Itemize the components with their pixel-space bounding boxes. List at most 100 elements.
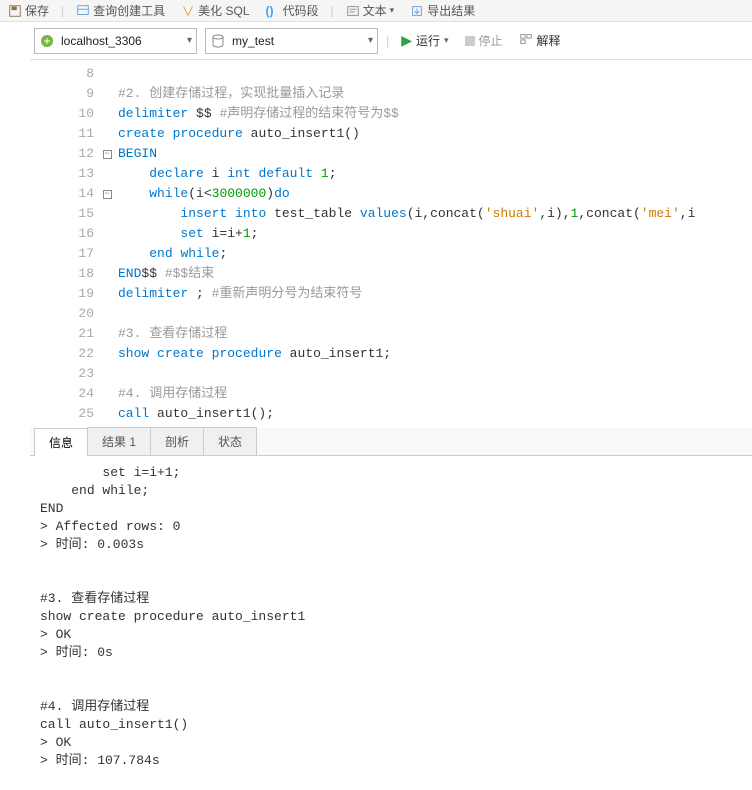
run-button[interactable]: ▶ 运行 ▾ — [397, 32, 452, 49]
fold-marker — [100, 404, 114, 424]
fold-marker[interactable]: − — [100, 184, 114, 204]
run-label: 运行 — [416, 32, 440, 49]
database-text: my_test — [232, 34, 362, 48]
code-line[interactable]: #2. 创建存储过程，实现批量插入记录 — [118, 84, 752, 104]
output-panel[interactable]: set i=i+1; end while; END > Affected row… — [0, 456, 752, 790]
code-line[interactable]: insert into test_table values(i,concat('… — [118, 204, 752, 224]
query-builder-icon — [76, 4, 90, 18]
code-line[interactable] — [118, 64, 752, 84]
secondary-toolbar: localhost_3306 ▾ my_test ▾ | ▶ 运行 ▾ 停止 — [30, 22, 752, 60]
fold-marker — [100, 284, 114, 304]
tab-status[interactable]: 状态 — [203, 427, 257, 455]
line-number: 22 — [30, 344, 94, 364]
explain-label: 解释 — [537, 32, 561, 49]
code-line[interactable]: while(i<3000000)do — [118, 184, 752, 204]
explain-icon — [519, 32, 533, 49]
code-line[interactable] — [118, 304, 752, 324]
fold-marker — [100, 244, 114, 264]
line-number: 12 — [30, 144, 94, 164]
code-line[interactable]: call auto_insert1(); — [118, 404, 752, 424]
line-number: 10 — [30, 104, 94, 124]
fold-marker — [100, 164, 114, 184]
export-icon — [410, 4, 424, 18]
line-gutter: 8910111213141516171819202122232425 — [30, 60, 100, 428]
beautify-label: 美化 SQL — [198, 2, 249, 19]
code-line[interactable]: delimiter $$ #声明存储过程的结束符号为$$ — [118, 104, 752, 124]
code-area[interactable]: #2. 创建存储过程，实现批量插入记录delimiter $$ #声明存储过程的… — [114, 60, 752, 428]
database-dropdown[interactable]: my_test ▾ — [205, 28, 378, 54]
line-number: 15 — [30, 204, 94, 224]
code-line[interactable]: END$$ #$$结束 — [118, 264, 752, 284]
fold-marker — [100, 104, 114, 124]
code-line[interactable]: end while; — [118, 244, 752, 264]
beautify-icon — [181, 4, 195, 18]
export-label: 导出结果 — [427, 2, 475, 19]
export-result-button[interactable]: 导出结果 — [406, 2, 479, 19]
line-number: 14 — [30, 184, 94, 204]
fold-marker[interactable]: − — [100, 144, 114, 164]
save-icon — [8, 4, 22, 18]
line-number: 9 — [30, 84, 94, 104]
fold-marker — [100, 384, 114, 404]
code-snippet-button[interactable]: () 代码段 — [262, 2, 323, 19]
line-number: 23 — [30, 364, 94, 384]
code-snippet-label: 代码段 — [283, 2, 319, 19]
separator: | — [331, 4, 334, 18]
connection-dropdown[interactable]: localhost_3306 ▾ — [34, 28, 197, 54]
line-number: 13 — [30, 164, 94, 184]
fold-marker — [100, 204, 114, 224]
line-number: 21 — [30, 324, 94, 344]
chevron-down-icon: ▾ — [368, 35, 373, 46]
query-builder-label: 查询创建工具 — [93, 2, 165, 19]
connection-text: localhost_3306 — [61, 34, 181, 48]
tab-info[interactable]: 信息 — [34, 428, 88, 456]
fold-marker — [100, 344, 114, 364]
line-number: 8 — [30, 64, 94, 84]
play-icon: ▶ — [401, 32, 412, 49]
separator: | — [61, 4, 64, 18]
code-line[interactable]: #4. 调用存储过程 — [118, 384, 752, 404]
code-snippet-icon: () — [266, 4, 280, 18]
result-tabs: 信息 结果 1 剖析 状态 — [30, 428, 752, 456]
explain-button[interactable]: 解释 — [515, 32, 565, 49]
tab-analysis[interactable]: 剖析 — [150, 427, 204, 455]
line-number: 18 — [30, 264, 94, 284]
code-editor[interactable]: 8910111213141516171819202122232425 −− #2… — [30, 60, 752, 428]
line-number: 16 — [30, 224, 94, 244]
stop-label: 停止 — [479, 32, 503, 49]
code-line[interactable]: #3. 查看存储过程 — [118, 324, 752, 344]
code-line[interactable]: declare i int default 1; — [118, 164, 752, 184]
line-number: 25 — [30, 404, 94, 424]
text-button[interactable]: 文本 ▾ — [342, 2, 399, 19]
save-button[interactable]: 保存 — [4, 2, 53, 19]
fold-marker — [100, 224, 114, 244]
code-line[interactable]: create procedure auto_insert1() — [118, 124, 752, 144]
left-margin — [0, 22, 30, 428]
tab-result1[interactable]: 结果 1 — [87, 427, 151, 455]
line-number: 19 — [30, 284, 94, 304]
beautify-sql-button[interactable]: 美化 SQL — [177, 2, 253, 19]
fold-marker — [100, 84, 114, 104]
code-line[interactable] — [118, 364, 752, 384]
code-line[interactable]: BEGIN — [118, 144, 752, 164]
fold-marker — [100, 324, 114, 344]
fold-column: −− — [100, 60, 114, 428]
fold-marker — [100, 364, 114, 384]
query-builder-button[interactable]: 查询创建工具 — [72, 2, 169, 19]
line-number: 24 — [30, 384, 94, 404]
code-line[interactable]: set i=i+1; — [118, 224, 752, 244]
chevron-down-icon: ▾ — [444, 35, 449, 46]
text-label: 文本 — [363, 2, 387, 19]
chevron-down-icon: ▾ — [390, 5, 395, 16]
code-line[interactable]: delimiter ; #重新声明分号为结束符号 — [118, 284, 752, 304]
fold-marker — [100, 304, 114, 324]
separator: | — [386, 34, 389, 48]
stop-button: 停止 — [461, 32, 507, 49]
text-icon — [346, 4, 360, 18]
save-label: 保存 — [25, 2, 49, 19]
fold-marker — [100, 124, 114, 144]
line-number: 20 — [30, 304, 94, 324]
code-line[interactable]: show create procedure auto_insert1; — [118, 344, 752, 364]
fold-marker — [100, 64, 114, 84]
line-number: 11 — [30, 124, 94, 144]
